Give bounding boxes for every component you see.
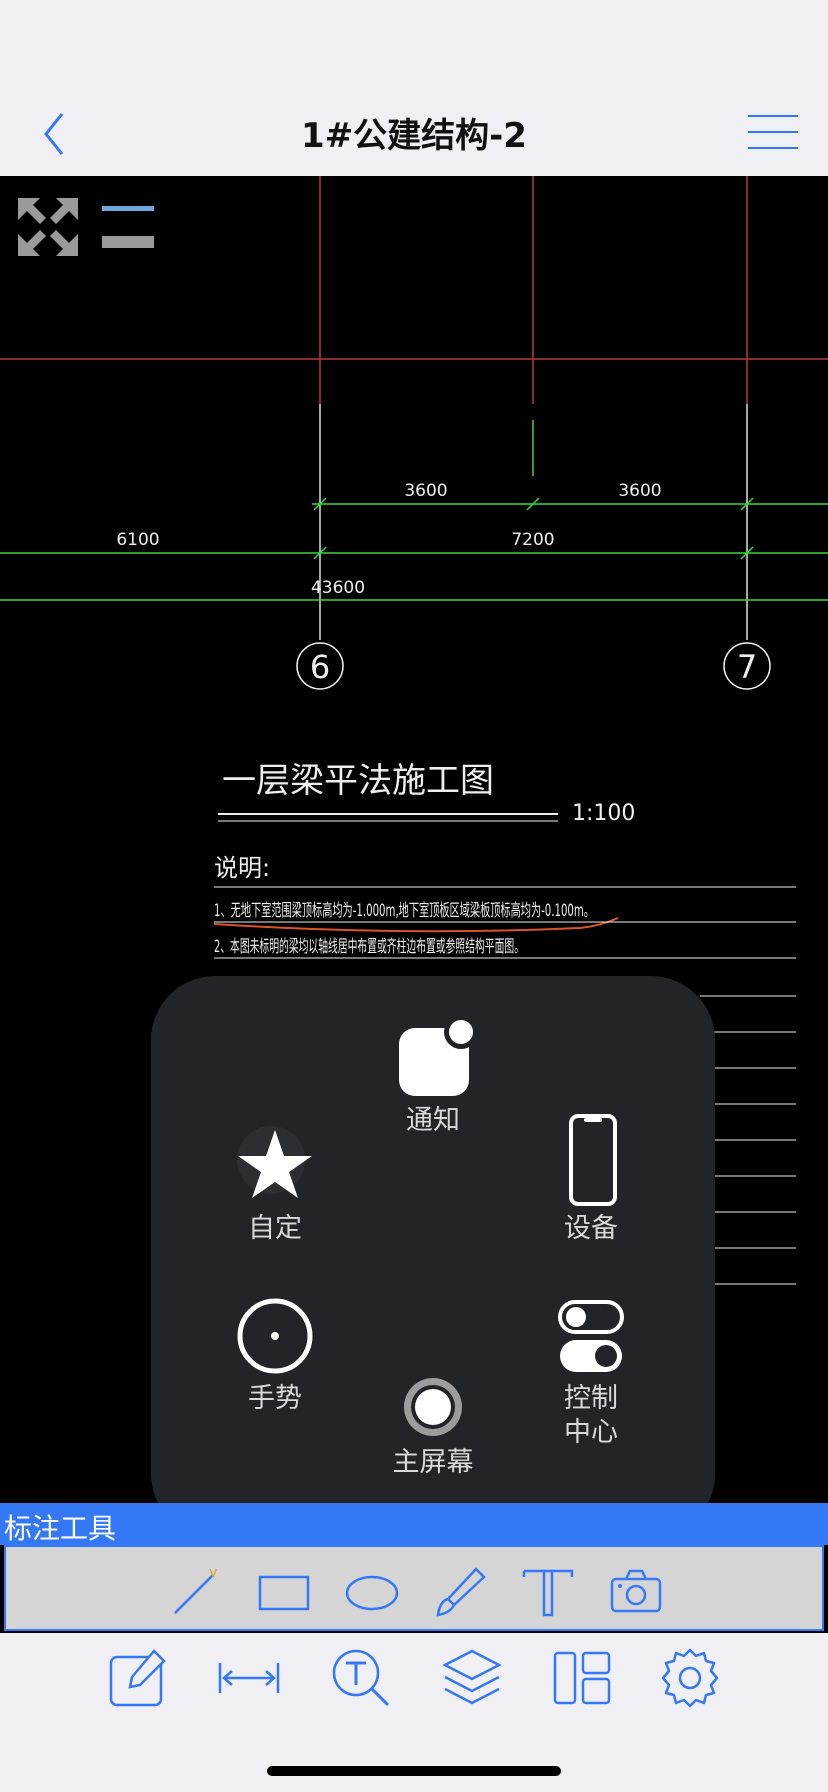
control-center-label: 中心 bbox=[564, 1417, 618, 1448]
layers-button[interactable] bbox=[441, 1647, 503, 1709]
text-search-button[interactable] bbox=[330, 1647, 392, 1709]
toggle-switch-icon bbox=[558, 1300, 624, 1372]
bottom-toolbar bbox=[0, 1633, 828, 1792]
axis-label: 6 bbox=[310, 648, 330, 686]
notes-heading: 说明: bbox=[214, 854, 270, 882]
home-button[interactable]: 主屏幕 bbox=[353, 1374, 513, 1480]
camera-tool-button[interactable] bbox=[608, 1565, 664, 1617]
notification-icon bbox=[399, 1015, 478, 1096]
axis-label: 7 bbox=[737, 648, 757, 686]
layer-toggle-icon[interactable] bbox=[102, 206, 154, 248]
text-icon bbox=[522, 1569, 574, 1617]
device-label: 设备 bbox=[564, 1213, 618, 1244]
control-center-button[interactable]: 控制 中心 bbox=[511, 1300, 671, 1450]
custom-button[interactable]: 自定 bbox=[195, 1122, 355, 1246]
gesture-button[interactable]: 手势 bbox=[195, 1296, 355, 1416]
dimension-text: 6100 bbox=[116, 530, 159, 550]
note-line: 2、本图未标明的梁均以轴线居中布置或齐柱边布置或参照结构平面图。 bbox=[214, 937, 524, 957]
annotation-tools-title: 标注工具 bbox=[4, 1512, 117, 1545]
control-center-label: 控制 bbox=[564, 1383, 618, 1414]
home-indicator[interactable] bbox=[267, 1766, 561, 1776]
edit-icon bbox=[109, 1649, 166, 1707]
measure-button[interactable] bbox=[218, 1647, 280, 1709]
brush-tool-button[interactable] bbox=[432, 1565, 488, 1617]
annotation-tools-panel: v bbox=[4, 1545, 824, 1631]
camera-icon bbox=[610, 1569, 662, 1613]
dimension-text: 7200 bbox=[511, 530, 554, 550]
navigation-bar: 1#公建结构-2 bbox=[0, 90, 828, 177]
phone-icon bbox=[569, 1114, 617, 1206]
svg-text:v: v bbox=[209, 1565, 217, 1581]
layout-button[interactable] bbox=[551, 1647, 613, 1709]
home-button-icon bbox=[404, 1378, 462, 1436]
line-tool-button[interactable]: v bbox=[169, 1565, 225, 1617]
device-button[interactable]: 设备 bbox=[511, 1114, 671, 1246]
fullscreen-icon[interactable] bbox=[18, 198, 78, 256]
star-icon bbox=[237, 1126, 312, 1198]
layout-icon bbox=[553, 1651, 611, 1705]
home-label: 主屏幕 bbox=[392, 1447, 474, 1478]
page-title: 1#公建结构-2 bbox=[301, 116, 527, 156]
status-bar bbox=[0, 0, 828, 90]
assistive-touch-menu: 通知 自定 设备 手势 控制 中心 主屏幕 bbox=[151, 976, 715, 1538]
dimension-text: 43600 bbox=[311, 578, 365, 598]
text-search-icon bbox=[332, 1649, 390, 1707]
drawing-scale: 1:100 bbox=[572, 801, 635, 826]
dimension-text: 3600 bbox=[618, 481, 661, 501]
edit-button[interactable] bbox=[108, 1647, 170, 1709]
gesture-icon bbox=[237, 1298, 313, 1374]
text-tool-button[interactable] bbox=[520, 1565, 576, 1617]
gesture-label: 手势 bbox=[248, 1383, 302, 1414]
dimension-text: 3600 bbox=[404, 481, 447, 501]
hamburger-icon bbox=[748, 115, 798, 149]
settings-button[interactable] bbox=[659, 1647, 721, 1709]
custom-label: 自定 bbox=[248, 1213, 302, 1244]
note-line: 1、无地下室范围梁顶标高均为-1.000m,地下室顶板区域梁板顶标高均为-0.1… bbox=[214, 901, 594, 921]
ellipse-icon bbox=[345, 1575, 399, 1611]
gear-icon bbox=[661, 1648, 719, 1708]
notification-button[interactable]: 通知 bbox=[353, 1014, 513, 1138]
line-icon: v bbox=[174, 1565, 217, 1614]
layers-icon bbox=[442, 1649, 502, 1705]
notification-label: 通知 bbox=[406, 1105, 460, 1136]
measure-icon bbox=[218, 1663, 280, 1693]
brush-icon bbox=[436, 1567, 486, 1617]
menu-button[interactable] bbox=[748, 112, 798, 152]
rectangle-icon bbox=[258, 1575, 310, 1611]
drawing-title: 一层梁平法施工图 bbox=[222, 761, 494, 801]
rectangle-tool-button[interactable] bbox=[256, 1565, 312, 1617]
annotation-tools-header: 标注工具 bbox=[0, 1503, 828, 1545]
ellipse-tool-button[interactable] bbox=[344, 1565, 400, 1617]
